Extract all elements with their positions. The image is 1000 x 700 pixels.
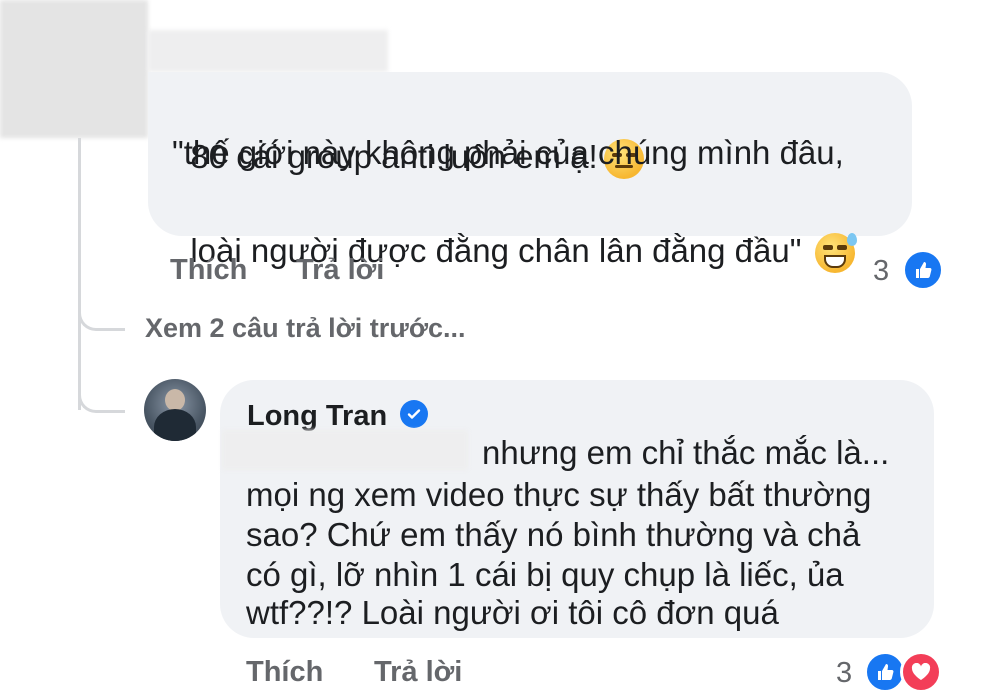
comment-author-name[interactable]: Long Tran [247,400,387,433]
comment-2-line-5: wtf??!? Loài người ơi tôi cô đơn quá [246,594,779,631]
thread-line-branch-2 [78,370,125,413]
redacted-avatar-area [0,0,148,138]
reply-button-1[interactable]: Trả lời [296,254,384,287]
comment-1-line-3: loài người được đằng chân lân đằng đầu" [172,176,858,276]
reaction-count-1[interactable]: 3 [873,255,889,288]
like-icon[interactable] [902,249,944,291]
reply-button-2[interactable]: Trả lời [374,656,462,689]
redacted-name-area [148,30,388,72]
avatar[interactable] [144,379,206,441]
reaction-count-2[interactable]: 3 [836,657,852,690]
like-button-2[interactable]: Thích [246,656,323,689]
grinning-sweat-face-icon [815,233,858,274]
redacted-mention [222,430,468,470]
thread-line-branch-1 [78,288,125,331]
like-button-1[interactable]: Thích [170,254,247,287]
comment-1-line-2: "thế giới này không phải của chúng mình … [172,134,844,171]
verified-badge-icon [400,400,428,428]
love-icon[interactable] [900,651,942,693]
view-previous-replies-link[interactable]: Xem 2 câu trả lời trước... [145,313,466,344]
